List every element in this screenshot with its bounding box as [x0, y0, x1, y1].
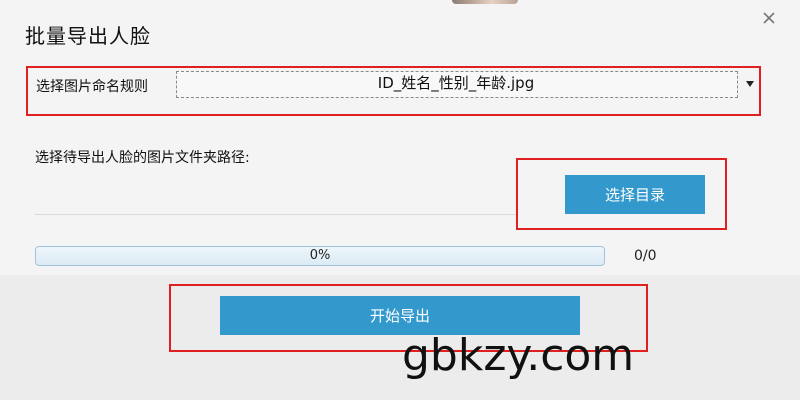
divider	[35, 214, 516, 215]
dialog-title: 批量导出人脸	[25, 24, 151, 48]
progress-count: 0/0	[634, 248, 657, 264]
naming-rule-highlight-box	[26, 66, 761, 116]
site-watermark: gbkzy.com	[402, 330, 635, 381]
export-progress-bar: 0%	[35, 246, 605, 266]
browse-highlight-box	[516, 158, 727, 230]
progress-percent-text: 0%	[309, 248, 331, 263]
batch-export-dialog: 批量导出人脸 选择图片命名规则 ID_姓名_性别_年龄.jpg 选择待导出人脸的…	[0, 0, 800, 275]
screen: 批量导出人脸 选择图片命名规则 ID_姓名_性别_年龄.jpg 选择待导出人脸的…	[0, 0, 800, 400]
folder-path-label: 选择待导出人脸的图片文件夹路径:	[35, 150, 250, 166]
close-button[interactable]	[760, 9, 778, 27]
face-photo-thumbnail	[452, 0, 518, 4]
close-icon	[763, 12, 775, 24]
